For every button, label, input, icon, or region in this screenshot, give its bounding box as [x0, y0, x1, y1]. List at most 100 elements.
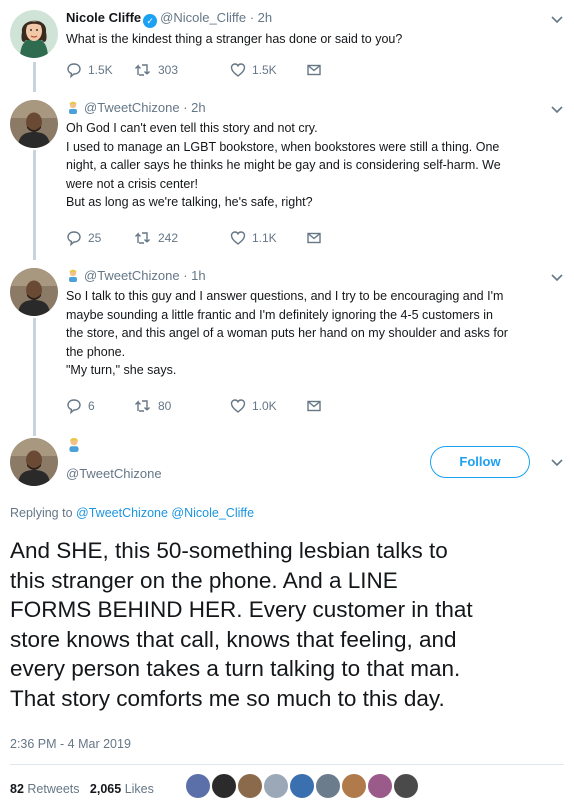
tweet-text-line: So I talk to this guy and I answer quest…: [66, 289, 504, 303]
replying-to-link[interactable]: @TweetChizone: [76, 506, 168, 520]
user-handle[interactable]: @TweetChizone: [84, 268, 180, 283]
follow-button[interactable]: Follow: [430, 446, 530, 478]
retweets-stat[interactable]: 82 Retweets: [10, 782, 80, 796]
like-button[interactable]: 1.5K: [230, 62, 277, 78]
avatar[interactable]: [10, 100, 58, 148]
liker-avatar[interactable]: [316, 774, 340, 798]
liker-avatar[interactable]: [264, 774, 288, 798]
tweet-text: What is the kindest thing a stranger has…: [66, 32, 403, 46]
tweet-text-line: But as long as we're talking, he's safe,…: [66, 195, 313, 209]
tweet-text-line: maybe sounding a little frantic and I'm …: [66, 307, 493, 322]
reply-icon: [67, 63, 81, 78]
chevron-down-icon[interactable]: [550, 12, 564, 26]
avatar[interactable]: [10, 10, 58, 58]
tweet-header: @TweetChizone · 2h: [66, 100, 206, 117]
retweet-icon: [135, 64, 150, 76]
tweet-time[interactable]: · 2h: [183, 100, 205, 115]
replying-to-link[interactable]: @Nicole_Cliffe: [171, 506, 254, 520]
user-handle[interactable]: @Nicole_Cliffe: [160, 10, 246, 25]
man-photo-avatar-icon: [10, 438, 58, 486]
liker-avatar[interactable]: [238, 774, 262, 798]
tweet-text-line: this stranger on the phone. And a LINE: [10, 567, 398, 593]
tweet-text-line: the phone.: [66, 344, 126, 359]
retweet-icon: [135, 400, 150, 412]
tweet-text-line: "My turn," she says.: [66, 363, 177, 377]
reply-count: 1.5K: [88, 63, 113, 77]
thread-line: [33, 62, 36, 92]
display-name[interactable]: Nicole Cliffe: [66, 10, 141, 25]
tweet-text-line: That story comforts me so much to this d…: [10, 685, 445, 711]
tweet-timestamp[interactable]: 2:36 PM - 4 Mar 2019: [10, 737, 131, 751]
reply-count: 25: [88, 231, 102, 245]
heart-icon: [230, 231, 246, 245]
verified-badge-icon: ✓: [143, 14, 158, 28]
envelope-icon: [307, 64, 321, 76]
reply-icon: [67, 231, 81, 246]
thread-line: [33, 318, 36, 436]
main-tweet-text: And SHE, this 50-something lesbian talks…: [10, 536, 566, 713]
envelope-icon: [307, 232, 321, 244]
divider: [10, 764, 564, 765]
avatar[interactable]: [10, 268, 58, 316]
avatar[interactable]: [10, 438, 58, 486]
like-button[interactable]: 1.0K: [230, 398, 277, 414]
reply-button[interactable]: 1.5K: [66, 62, 113, 78]
like-count: 1.5K: [252, 63, 277, 77]
tweet-text: So I talk to this guy and I answer quest…: [66, 287, 566, 380]
tweet-text-line: the store, and this angel of a woman put…: [66, 326, 508, 340]
tweet-text-line: And SHE, this 50-something lesbian talks…: [10, 538, 448, 563]
user-handle[interactable]: @TweetChizone: [66, 466, 162, 481]
direct-message-button[interactable]: [306, 398, 322, 414]
direct-message-button[interactable]: [306, 62, 322, 78]
like-button[interactable]: 1.1K: [230, 230, 277, 246]
tweet-text-line: store knows that call, knows that feelin…: [10, 626, 457, 652]
retweet-button[interactable]: 80: [134, 398, 171, 414]
tweet-time[interactable]: · 2h: [250, 10, 272, 25]
retweet-count: 303: [158, 63, 179, 77]
tweet-text-line: I used to manage an LGBT bookstore, when…: [66, 139, 500, 154]
tweet-text-line: night, a caller says he thinks he might …: [66, 158, 501, 172]
reply-icon: [67, 399, 81, 414]
envelope-icon: [307, 400, 321, 412]
liker-avatar[interactable]: [368, 774, 392, 798]
reply-button[interactable]: 25: [66, 230, 101, 246]
tweet-header: @TweetChizone · 1h: [66, 268, 206, 285]
reply-count: 6: [88, 399, 95, 413]
tweet-text-line: were not a crisis center!: [66, 176, 198, 191]
liker-avatars: [186, 774, 418, 800]
tweet-header: Nicole Cliffe ✓ @Nicole_Cliffe · 2h: [66, 10, 272, 28]
chevron-down-icon[interactable]: [550, 455, 564, 469]
like-count: 1.1K: [252, 231, 277, 245]
liker-avatar[interactable]: [212, 774, 236, 798]
heart-icon: [230, 399, 246, 413]
likes-stat[interactable]: 2,065 Likes: [90, 782, 154, 796]
replying-to-label: Replying to: [10, 506, 73, 520]
user-handle[interactable]: @TweetChizone: [84, 100, 180, 115]
direct-message-button[interactable]: [306, 230, 322, 246]
retweet-button[interactable]: 303: [134, 62, 178, 78]
tweet-text-line: every person takes a turn talking to tha…: [10, 656, 461, 681]
retweet-icon: [135, 232, 150, 244]
replying-to: Replying to @TweetChizone @Nicole_Cliffe: [10, 506, 254, 520]
liker-avatar[interactable]: [394, 774, 418, 798]
tweet-text-line: FORMS BEHIND HER. Every customer in that: [10, 597, 473, 622]
man-photo-avatar-icon: [10, 268, 58, 316]
like-count: 1.0K: [252, 399, 277, 413]
retweet-button[interactable]: 242: [134, 230, 178, 246]
liker-avatar[interactable]: [290, 774, 314, 798]
heart-icon: [230, 63, 246, 77]
thread-line: [33, 150, 36, 260]
woman-illustration-avatar-icon: [10, 10, 58, 58]
liker-avatar[interactable]: [186, 774, 210, 798]
chevron-down-icon[interactable]: [550, 102, 564, 116]
tweet-stats: 82 Retweets 2,065 Likes: [10, 782, 154, 796]
person-emoji-icon: [66, 436, 82, 457]
retweet-count: 80: [158, 399, 172, 413]
chevron-down-icon[interactable]: [550, 270, 564, 284]
person-emoji-icon: [66, 100, 80, 117]
tweet-text-line: Oh God I can't even tell this story and …: [66, 121, 318, 135]
tweet-time[interactable]: · 1h: [183, 268, 205, 283]
reply-button[interactable]: 6: [66, 398, 95, 414]
retweet-count: 242: [158, 231, 179, 245]
liker-avatar[interactable]: [342, 774, 366, 798]
